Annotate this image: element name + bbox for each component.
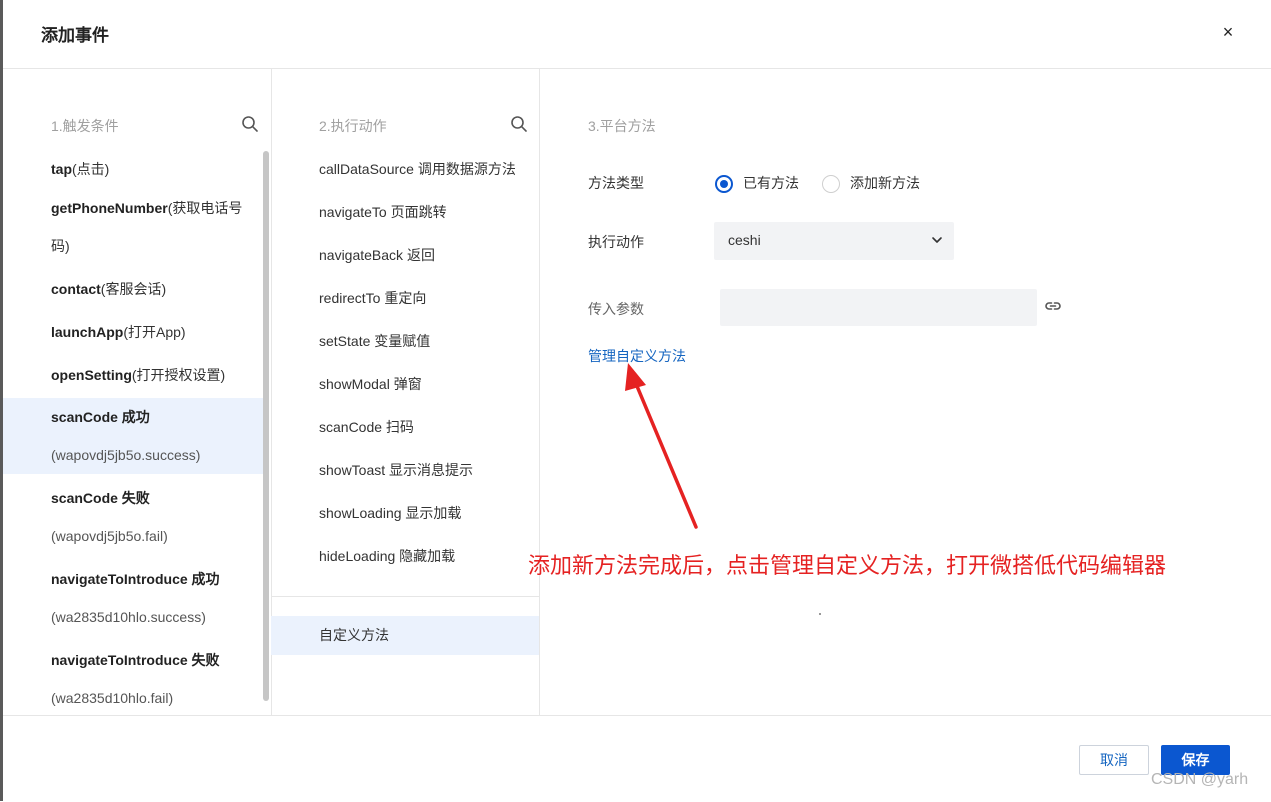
trigger-item-name: scanCode 成功: [51, 409, 150, 425]
trigger-item-name: launchApp: [51, 324, 124, 340]
radio-new-label[interactable]: 添加新方法: [850, 173, 920, 193]
exec-action-select[interactable]: ceshi: [714, 222, 954, 260]
stray-dot: [819, 613, 821, 615]
param-label: 传入参数: [588, 301, 644, 317]
action-list: callDataSource 调用数据源方法 navigateTo 页面跳转 n…: [271, 149, 539, 579]
action-header: 2.执行动作: [319, 118, 387, 134]
radio-existing-label[interactable]: 已有方法: [743, 173, 799, 193]
search-icon[interactable]: [510, 115, 528, 133]
param-input[interactable]: [720, 289, 1037, 326]
trigger-list: tap(点击) getPhoneNumber(获取电话号码) contact(客…: [3, 149, 264, 715]
trigger-item-name: getPhoneNumber: [51, 200, 168, 216]
trigger-item-navigate-success[interactable]: navigateToIntroduce 成功 (wa2835d10hlo.suc…: [3, 560, 264, 636]
action-item-showtoast[interactable]: showToast 显示消息提示: [271, 450, 539, 493]
trigger-item-launchapp[interactable]: launchApp(打开App): [3, 312, 264, 352]
trigger-item-scancode-fail[interactable]: scanCode 失败 (wapovdj5jb5o.fail): [3, 479, 264, 555]
trigger-item-scancode-success[interactable]: scanCode 成功 (wapovdj5jb5o.success): [3, 398, 264, 474]
dialog-title: 添加事件: [41, 26, 109, 45]
action-item-hideloading[interactable]: hideLoading 隐藏加载: [271, 536, 539, 579]
exec-action-value: ceshi: [728, 232, 761, 248]
radio-existing-method[interactable]: [715, 175, 733, 193]
trigger-item-id: (wa2835d10hlo.fail): [51, 690, 174, 706]
close-icon[interactable]: ×: [1218, 20, 1238, 44]
trigger-item-name: tap: [51, 161, 72, 177]
trigger-item-id: (wapovdj5jb5o.fail): [51, 528, 168, 544]
action-divider: [271, 596, 539, 597]
trigger-item-id: (wapovdj5jb5o.success): [51, 447, 201, 463]
platform-header: 3.平台方法: [588, 118, 656, 134]
trigger-item-opensetting[interactable]: openSetting(打开授权设置): [3, 355, 264, 395]
action-item-showmodal[interactable]: showModal 弹窗: [271, 364, 539, 407]
action-column: 2.执行动作 callDataSource 调用数据源方法 navigateTo…: [271, 69, 540, 715]
trigger-item-getphonenumber[interactable]: getPhoneNumber(获取电话号码): [3, 189, 264, 265]
action-item-custom-method[interactable]: 自定义方法: [271, 616, 539, 655]
annotation-text: 添加新方法完成后，点击管理自定义方法，打开微搭低代码编辑器: [528, 553, 1167, 578]
trigger-item-id: (wa2835d10hlo.success): [51, 609, 206, 625]
trigger-item-navigate-fail[interactable]: navigateToIntroduce 失败 (wa2835d10hlo.fai…: [3, 641, 264, 715]
trigger-item-desc: (打开App): [123, 324, 186, 340]
trigger-item-name: scanCode 失败: [51, 490, 150, 506]
trigger-header: 1.触发条件: [51, 118, 119, 134]
chevron-down-icon: [932, 237, 942, 243]
trigger-item-desc: (客服会话): [100, 281, 167, 297]
trigger-item-name: contact: [51, 281, 101, 297]
trigger-item-name: navigateToIntroduce 成功: [51, 571, 220, 587]
trigger-item-name: navigateToIntroduce 失败: [51, 652, 220, 668]
action-item-navigateback[interactable]: navigateBack 返回: [271, 235, 539, 278]
trigger-item-tap[interactable]: tap(点击): [3, 149, 264, 189]
action-item-showloading[interactable]: showLoading 显示加载: [271, 493, 539, 536]
action-item-setstate[interactable]: setState 变量赋值: [271, 321, 539, 364]
watermark: CSDN @yarh: [1151, 771, 1249, 788]
action-item-calldatasource[interactable]: callDataSource 调用数据源方法: [271, 149, 539, 192]
trigger-scrollbar[interactable]: [263, 151, 269, 701]
action-item-navigateto[interactable]: navigateTo 页面跳转: [271, 192, 539, 235]
action-item-redirectto[interactable]: redirectTo 重定向: [271, 278, 539, 321]
action-item-scancode[interactable]: scanCode 扫码: [271, 407, 539, 450]
trigger-item-desc: (打开授权设置): [131, 367, 226, 383]
search-icon[interactable]: [241, 115, 259, 133]
radio-new-method[interactable]: [822, 175, 840, 193]
exec-action-label: 执行动作: [588, 234, 644, 250]
trigger-item-desc: (点击): [72, 161, 110, 177]
annotation-arrow-icon: [625, 363, 698, 529]
method-type-label: 方法类型: [588, 175, 644, 191]
link-icon[interactable]: [1044, 297, 1062, 315]
trigger-item-name: openSetting: [51, 367, 132, 383]
dialog-header: 添加事件 ×: [3, 0, 1271, 69]
dialog-footer: 取消 保存 CSDN @yarh: [3, 715, 1271, 802]
trigger-column: 1.触发条件 tap(点击) getPhoneNumber(获取电话号码) co…: [3, 69, 272, 715]
cancel-button[interactable]: 取消: [1079, 745, 1149, 775]
trigger-item-contact[interactable]: contact(客服会话): [3, 269, 264, 309]
